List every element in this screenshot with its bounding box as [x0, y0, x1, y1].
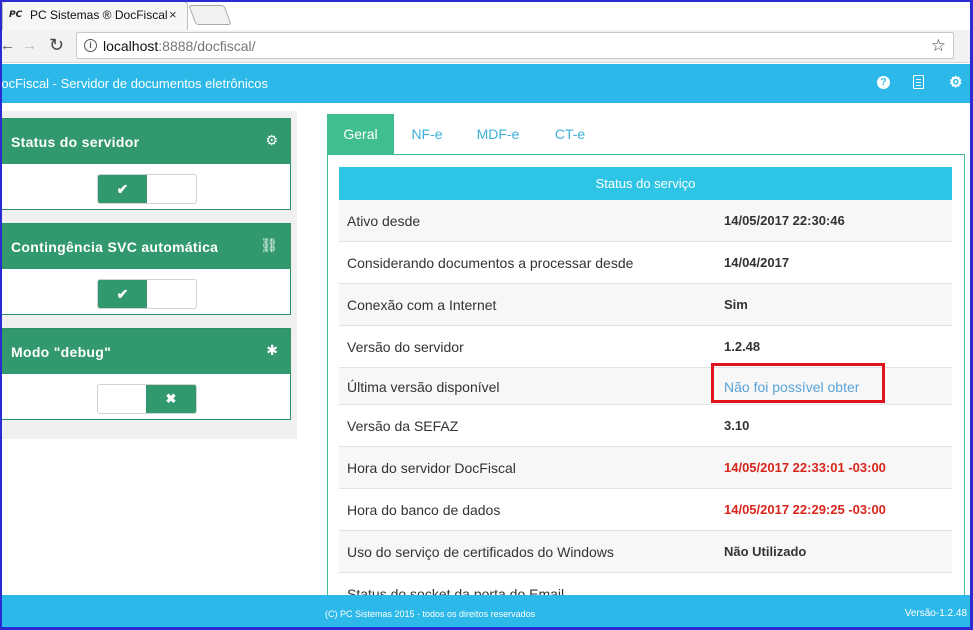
- status-value: 14/05/2017 22:30:46: [724, 213, 845, 228]
- tab-mdfe[interactable]: MDF-e: [465, 114, 531, 154]
- svc-contingency-toggle[interactable]: ✔: [97, 279, 197, 309]
- info-icon[interactable]: i: [84, 39, 97, 52]
- address-bar[interactable]: i localhost:8888/docfiscal/ ☆: [76, 32, 954, 59]
- status-row: Considerando documentos a processar desd…: [339, 242, 952, 284]
- status-row: Versão da SEFAZ 3.10: [339, 405, 952, 447]
- status-value: Não Utilizado: [724, 544, 807, 559]
- browser-tab-title: PC Sistemas ® DocFiscal: [30, 8, 168, 22]
- favicon-icon: PC: [9, 10, 23, 20]
- panel-server-status: Status do servidor ⚙ ✔: [0, 118, 291, 210]
- status-value: 3.10: [724, 418, 750, 433]
- section-heading: Status do serviço: [339, 167, 952, 200]
- status-row: Hora do banco de dados 14/05/2017 22:29:2…: [339, 489, 952, 531]
- debug-mode-toggle[interactable]: ✖: [97, 384, 197, 414]
- panel-body: ✔: [1, 164, 290, 209]
- status-label: Hora do banco de dados: [347, 502, 501, 518]
- panel-title: Status do servidor: [11, 134, 140, 150]
- help-icon[interactable]: ?: [877, 76, 890, 89]
- gear-icon[interactable]: ⚙: [949, 73, 962, 91]
- cogs-icon: ⚙: [265, 132, 278, 148]
- tab-geral[interactable]: Geral: [327, 114, 394, 154]
- app-footer: (C) PC Sistemas 2015 - todos os direitos…: [0, 595, 973, 630]
- panel-header: Status do servidor ⚙: [1, 119, 290, 164]
- status-value: 14/05/2017 22:33:01 -03:00: [724, 460, 886, 475]
- panel-title: Modo "debug": [11, 344, 112, 360]
- status-row: Versão do servidor 1.2.48: [339, 326, 952, 368]
- status-label: Conexão com a Internet: [347, 297, 497, 313]
- bug-icon: ✱: [266, 342, 278, 358]
- reload-icon[interactable]: ↻: [49, 35, 64, 56]
- panel-body: ✖: [1, 374, 290, 419]
- url-path: :8888/docfiscal/: [158, 38, 256, 54]
- panel-debug-mode: Modo "debug" ✱ ✖: [0, 328, 291, 420]
- status-label: Versão do servidor: [347, 339, 464, 355]
- new-tab-button[interactable]: [188, 5, 232, 25]
- status-table: Ativo desde 14/05/2017 22:30:46 Consideran…: [339, 200, 952, 615]
- status-value: 14/05/2017 22:29:25 -03:00: [724, 502, 886, 517]
- copyright-text: (C) PC Sistemas 2015 - todos os direitos…: [325, 609, 536, 619]
- tab-cte[interactable]: CT-e: [537, 114, 603, 154]
- panel-header: Contingência SVC automática ⛓: [1, 224, 290, 269]
- status-row: Ativo desde 14/05/2017 22:30:46: [339, 200, 952, 242]
- tab-nfe[interactable]: NF-e: [394, 114, 460, 154]
- url-host: localhost: [103, 38, 159, 54]
- panel-body: ✔: [1, 269, 290, 314]
- browser-toolbar: ← → ↻ i localhost:8888/docfiscal/ ☆: [0, 30, 973, 63]
- version-text: Versão-1.2.48: [904, 608, 967, 619]
- panel-header: Modo "debug" ✱: [1, 329, 290, 374]
- x-icon[interactable]: ✖: [146, 385, 196, 413]
- server-status-toggle[interactable]: ✔: [97, 174, 197, 204]
- forward-icon[interactable]: →: [22, 37, 37, 54]
- status-row: Conexão com a Internet Sim: [339, 284, 952, 326]
- app-header: DocFiscal - Servidor de documentos eletr…: [0, 64, 973, 103]
- back-icon[interactable]: ←: [0, 37, 15, 54]
- annotation-highlight: [711, 363, 885, 403]
- panel-title: Contingência SVC automática: [11, 239, 219, 255]
- status-value: 1.2.48: [724, 339, 761, 354]
- status-label: Hora do servidor DocFiscal: [347, 460, 516, 476]
- browser-tab[interactable]: PC PC Sistemas ® DocFiscal ×: [2, 1, 188, 30]
- chain-icon: ⛓: [260, 237, 278, 253]
- status-value: Sim: [724, 297, 748, 312]
- status-value: 14/04/2017: [724, 255, 790, 270]
- status-label: Ativo desde: [347, 213, 421, 229]
- panel-svc-contingency: Contingência SVC automática ⛓ ✔: [0, 223, 291, 315]
- url-text[interactable]: localhost:8888/docfiscal/: [103, 38, 256, 54]
- settings-column: Status do servidor ⚙ ✔ Contingência SVC …: [0, 111, 297, 439]
- status-row: Uso do serviço de certificados do Window…: [339, 531, 952, 573]
- close-tab-icon[interactable]: ×: [169, 7, 177, 22]
- status-label: Versão da SEFAZ: [347, 418, 459, 434]
- status-label: Considerando documentos a processar desd…: [347, 255, 634, 271]
- status-label: Uso do serviço de certificados do Window…: [347, 544, 614, 560]
- app-title: DocFiscal - Servidor de documentos eletr…: [0, 76, 269, 91]
- bookmark-star-icon[interactable]: ☆: [931, 36, 946, 56]
- check-icon[interactable]: ✔: [98, 175, 147, 203]
- status-label: Última versão disponível: [347, 378, 500, 395]
- check-icon[interactable]: ✔: [98, 280, 147, 308]
- document-icon[interactable]: [913, 75, 924, 89]
- browser-tabstrip: PC PC Sistemas ® DocFiscal ×: [0, 0, 973, 30]
- status-row: Hora do servidor DocFiscal 14/05/2017 22:…: [339, 447, 952, 489]
